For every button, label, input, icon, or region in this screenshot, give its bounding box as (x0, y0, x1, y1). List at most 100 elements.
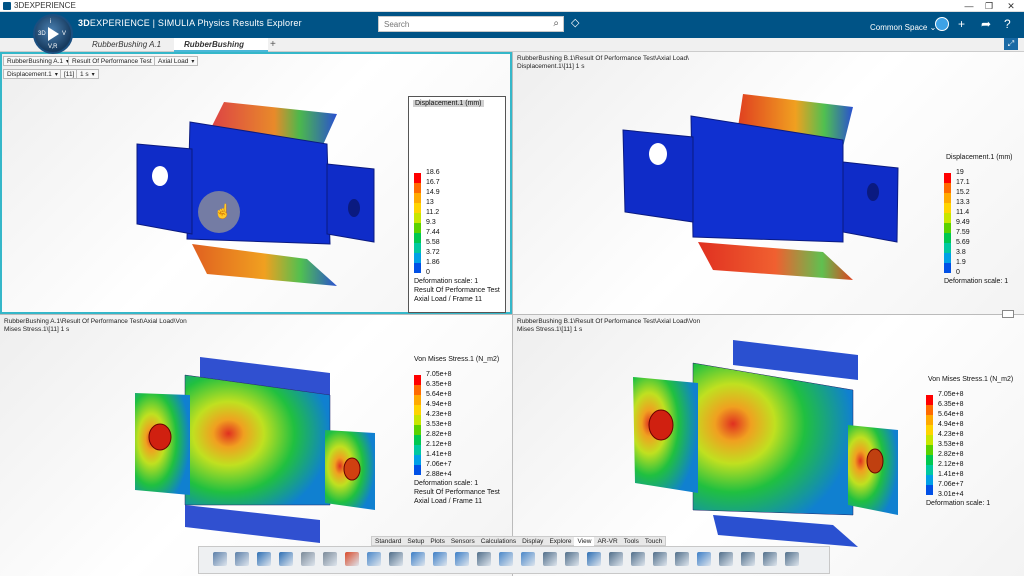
legend-color-segment (944, 173, 951, 183)
legend-tick-label: 4.94e+8 (938, 421, 964, 428)
action-tab-display[interactable]: Display (519, 537, 546, 546)
app-logo-icon (3, 2, 11, 10)
tag-icon[interactable]: ◇ (571, 16, 579, 29)
legend-footer-line: Axial Load / Frame 11 (414, 498, 482, 505)
hole-right (866, 448, 884, 474)
legend-color-segment (414, 435, 421, 445)
show-icon[interactable] (675, 552, 689, 566)
legend-tick-label: 15.2 (956, 189, 970, 196)
part-icon[interactable] (301, 552, 315, 566)
brand-title: EXPERIENCE | SIMULIA Physics Results Exp… (89, 18, 302, 28)
snap-icon[interactable] (697, 552, 711, 566)
add-icon[interactable]: + (958, 17, 965, 31)
redo-icon[interactable] (279, 552, 293, 566)
action-tab-setup[interactable]: Setup (404, 537, 427, 546)
search-box[interactable]: ⌕ (378, 16, 564, 32)
compass-widget[interactable]: i 3D V V,R (33, 14, 73, 54)
settings-icon[interactable] (763, 552, 777, 566)
flange-bottom (698, 242, 853, 280)
touch-cursor-indicator: ☝ (198, 191, 240, 233)
action-bar (198, 546, 830, 574)
look-at-icon[interactable] (477, 552, 491, 566)
shape-icon[interactable] (323, 552, 337, 566)
user-avatar[interactable] (935, 17, 949, 31)
tab-rubberbushing-b[interactable]: RubberBushing B.1 (174, 38, 268, 63)
paste-icon[interactable] (235, 552, 249, 566)
legend-color-segment (926, 405, 933, 415)
hole-right (867, 183, 879, 201)
action-tab-tools[interactable]: Tools (621, 537, 642, 546)
add-tab-icon[interactable]: + (270, 38, 276, 52)
action-tab-sensors[interactable]: Sensors (448, 537, 478, 546)
action-tab-plots[interactable]: Plots (427, 537, 447, 546)
close-button[interactable]: ✕ (1000, 0, 1022, 12)
action-tab-ar-vr[interactable]: AR-VR (594, 537, 620, 546)
legend-color-segment (414, 445, 421, 455)
action-tab-calculations[interactable]: Calculations (478, 537, 519, 546)
undo-icon[interactable] (257, 552, 271, 566)
legend-tick-label: 7.05e+8 (938, 391, 964, 398)
flange-bottom (713, 515, 858, 547)
window-title: 3DEXPERIENCE (14, 1, 76, 10)
lug-left (136, 143, 193, 235)
help-icon[interactable]: ? (1004, 17, 1011, 31)
legend-tick-label: 1.41e+8 (426, 451, 452, 458)
more-icon[interactable] (785, 552, 799, 566)
legend-color-segment (944, 223, 951, 233)
copy-icon[interactable] (213, 552, 227, 566)
compare-icon[interactable] (741, 552, 755, 566)
legend-footer-line: Deformation scale: 1 (414, 278, 479, 285)
legend-color-segment (414, 203, 421, 213)
lug-right (842, 161, 899, 243)
capture-icon[interactable] (367, 552, 381, 566)
legend-tick-label: 5.64e+8 (938, 411, 964, 418)
legend-tick-label: 1.9 (956, 259, 966, 266)
legend-tick-label: 2.82e+8 (426, 431, 452, 438)
render-icon[interactable] (521, 552, 535, 566)
legend-tick-label: 3.8 (956, 249, 966, 256)
legend-tick-label: 17.1 (956, 179, 970, 186)
table-icon[interactable] (389, 552, 403, 566)
color-map-icon[interactable] (345, 552, 359, 566)
action-tab-view[interactable]: View (574, 537, 595, 546)
compass-play-icon[interactable] (48, 27, 59, 41)
fit-icon[interactable] (455, 552, 469, 566)
legend-tick-label: 18.6 (426, 169, 440, 176)
minimize-button[interactable]: — (958, 0, 980, 12)
collaborative-space-selector[interactable]: Common Space ⌄ (870, 23, 936, 32)
compass-top-label: i (50, 19, 52, 25)
legend-tick-label: 11.4 (956, 209, 970, 216)
tab-rubberbushing-a[interactable]: RubberBushing A.1 (82, 38, 171, 52)
legend-tick-label: 2.88e+4 (426, 471, 452, 478)
legend-tick-label: 11.2 (426, 209, 440, 216)
legend-color-segment (926, 475, 933, 485)
action-tab-explore[interactable]: Explore (546, 537, 574, 546)
hole-right (348, 199, 360, 217)
annotate-icon[interactable] (609, 552, 623, 566)
pan-icon[interactable] (433, 552, 447, 566)
hide-icon[interactable] (653, 552, 667, 566)
restore-button[interactable]: ❐ (978, 0, 1000, 12)
body-center (692, 362, 854, 516)
zoom-icon[interactable] (411, 552, 425, 566)
viewport-resize-handle[interactable] (1002, 310, 1014, 318)
search-input[interactable] (379, 17, 539, 31)
action-tab-standard[interactable]: Standard (372, 537, 404, 546)
legend-color-segment (926, 455, 933, 465)
share-icon[interactable]: ➦ (981, 17, 991, 31)
legend-title: Displacement.1 (mm) (413, 100, 484, 107)
action-tab-touch[interactable]: Touch (642, 537, 665, 546)
view-mode-icon[interactable] (499, 552, 513, 566)
display-icon[interactable] (631, 552, 645, 566)
legend-color-segment (926, 395, 933, 405)
layout-icon[interactable] (719, 552, 733, 566)
flange-bottom (185, 505, 320, 543)
expand-icon[interactable]: ⤢ (1004, 38, 1018, 50)
explode-icon[interactable] (543, 552, 557, 566)
measure-icon[interactable] (587, 552, 601, 566)
document-tab-bar: RubberBushing A.1 RubberBushing B.1 + (0, 38, 1024, 63)
search-icon[interactable]: ⌕ (553, 18, 559, 29)
section-icon[interactable] (565, 552, 579, 566)
legend-color-segment (414, 425, 421, 435)
legend-color-segment (944, 253, 951, 263)
